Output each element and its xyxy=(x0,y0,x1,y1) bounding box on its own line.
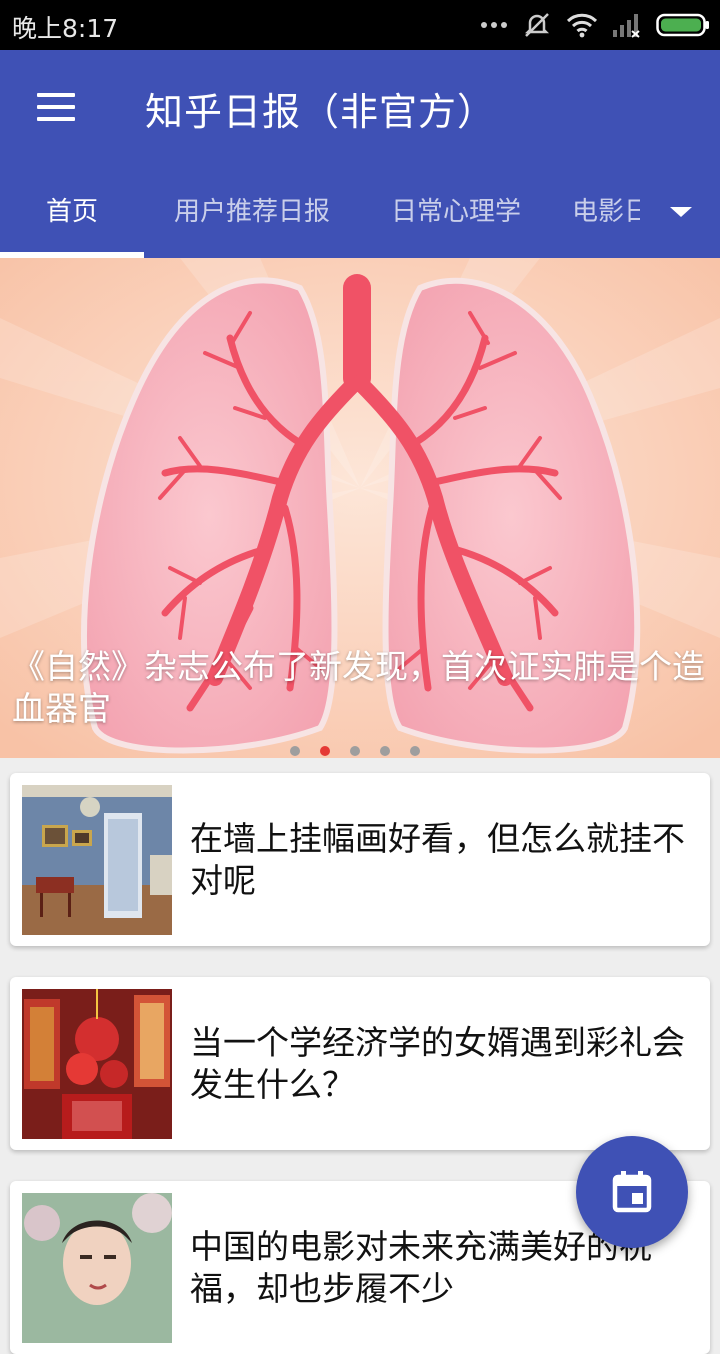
status-time: 晚上8:17 xyxy=(12,14,119,43)
page-dot xyxy=(290,746,300,756)
more-dots-icon xyxy=(481,22,507,28)
tab-user-recommend[interactable]: 用户推荐日报 xyxy=(162,180,342,258)
app-bar: 知乎日报（非官方） 首页 用户推荐日报 日常心理学 电影日报 xyxy=(0,50,720,258)
dropdown-arrow-icon[interactable] xyxy=(640,180,720,258)
page-dot xyxy=(350,746,360,756)
story-card[interactable]: 当一个学经济学的女婿遇到彩礼会发生什么？ xyxy=(10,977,710,1150)
page-dot xyxy=(410,746,420,756)
mute-icon xyxy=(524,13,550,37)
app-title: 知乎日报（非官方） xyxy=(145,90,497,134)
story-title: 当一个学经济学的女婿遇到彩礼会发生什么？ xyxy=(190,1023,685,1104)
tab-home[interactable]: 首页 xyxy=(0,180,144,258)
story-title: 在墙上挂幅画好看，但怎么就挂不对呢 xyxy=(190,819,685,900)
portrait-image xyxy=(22,1193,172,1343)
status-bar: 晚上8:17 xyxy=(0,0,720,50)
battery-icon xyxy=(656,13,709,37)
palace-room-image xyxy=(22,785,172,935)
page-dot xyxy=(380,746,390,756)
story-card[interactable]: 在墙上挂幅画好看，但怎么就挂不对呢 xyxy=(10,773,710,946)
hamburger-menu-icon[interactable] xyxy=(26,80,86,136)
wifi-icon xyxy=(566,13,598,38)
banner-page-indicator xyxy=(290,746,420,758)
banner-title: 《自然》杂志公布了新发现，首次证实肺是个造血器官 xyxy=(12,647,705,728)
signal-icon xyxy=(613,14,640,38)
featured-banner[interactable]: 《自然》杂志公布了新发现，首次证实肺是个造血器官 xyxy=(0,258,720,758)
calendar-icon xyxy=(612,1171,652,1213)
tab-bar: 首页 用户推荐日报 日常心理学 电影日报 xyxy=(0,180,720,258)
calendar-fab-button[interactable] xyxy=(576,1136,688,1248)
red-lanterns-image xyxy=(22,989,172,1139)
status-icons xyxy=(480,10,710,40)
tab-daily-psychology[interactable]: 日常心理学 xyxy=(378,180,534,258)
page-dot-active xyxy=(320,746,330,756)
